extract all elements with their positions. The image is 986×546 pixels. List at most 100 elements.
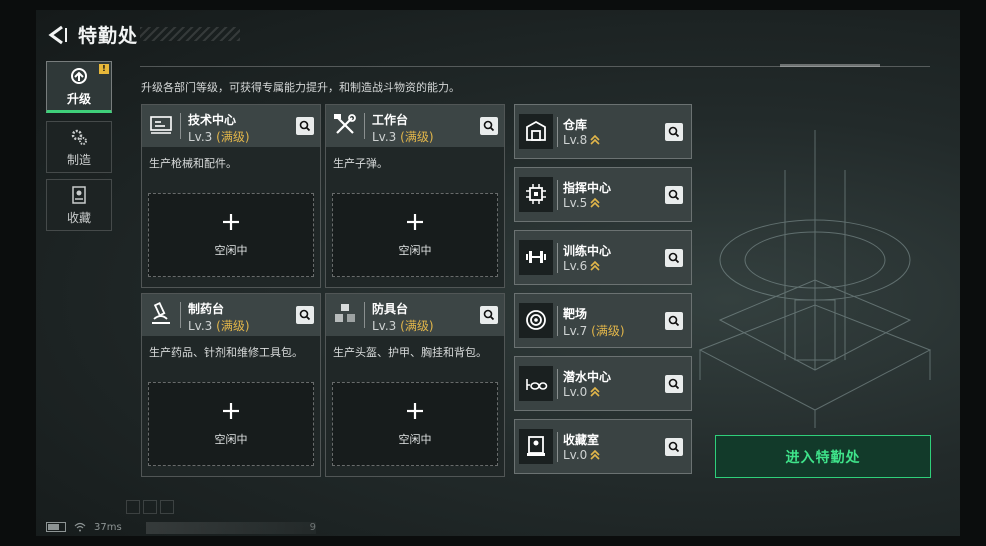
battery-icon: [46, 522, 66, 532]
facility-description: 生产枪械和配件。: [149, 157, 237, 170]
department-row[interactable]: 靶场 Lv.7 (满级): [514, 293, 692, 348]
department-level: Lv.8: [563, 133, 600, 147]
facility-card-header: 工作台 Lv.3 (满级): [326, 105, 504, 147]
max-level-tag: (满级): [216, 319, 250, 333]
upgrade-available-icon: [587, 259, 600, 273]
page-description: 升级各部门等级，可获得专属能力提升，和制造战斗物资的能力。: [141, 81, 460, 94]
department-name: 收藏室: [563, 433, 600, 447]
department-name: 潜水中心: [563, 370, 612, 384]
facility-card[interactable]: 技术中心 Lv.3 (满级) 生产枪械和配件。 空闲中: [141, 104, 321, 288]
production-slot[interactable]: 空闲中: [148, 382, 314, 466]
facility-name: 制药台: [188, 302, 225, 316]
department-row[interactable]: 训练中心 Lv.6: [514, 230, 692, 285]
production-slot[interactable]: 空闲中: [148, 193, 314, 277]
upgrade-icon: [71, 67, 87, 84]
department-level: Lv.0: [563, 448, 600, 462]
display-case-icon: [519, 429, 553, 464]
search-icon[interactable]: [480, 117, 498, 135]
department-level: Lv.6: [563, 259, 600, 273]
back-arrow-icon[interactable]: [46, 24, 68, 46]
department-level: Lv.0: [563, 385, 600, 399]
nav-label: 升级: [66, 91, 91, 106]
search-icon[interactable]: [665, 375, 683, 393]
upgrade-available-icon: [587, 196, 600, 210]
facility-name: 工作台: [372, 113, 409, 127]
nav-upgrade-tab[interactable]: ! 升级: [46, 61, 112, 113]
max-level-tag: (满级): [400, 319, 434, 333]
divider: [557, 180, 558, 210]
title-decoration: [140, 27, 240, 41]
base-blueprint-image: [698, 130, 932, 428]
level-value: Lv.7: [563, 324, 588, 338]
search-icon[interactable]: [296, 117, 314, 135]
slot-status: 空闲中: [398, 433, 432, 446]
plus-icon: [407, 214, 423, 230]
chip-icon: [519, 177, 553, 212]
divider: [364, 302, 365, 328]
divider: [557, 306, 558, 336]
divider: [557, 117, 558, 147]
nav-craft-tab[interactable]: 制造: [46, 121, 112, 173]
facility-name: 技术中心: [188, 113, 237, 127]
production-slot[interactable]: 空闲中: [332, 193, 498, 277]
search-icon[interactable]: [665, 186, 683, 204]
search-icon[interactable]: [480, 306, 498, 324]
nav-collection-tab[interactable]: 收藏: [46, 179, 112, 231]
status-bar: 37ms: [46, 520, 122, 534]
upgrade-available-icon: [587, 133, 600, 147]
facility-description: 生产头盔、护甲、胸挂和背包。: [333, 346, 487, 359]
level-value: Lv.6: [563, 259, 588, 273]
level-value: Lv.5: [563, 196, 588, 210]
monitor-icon: [148, 112, 174, 138]
search-icon[interactable]: [665, 438, 683, 456]
facility-card[interactable]: 制药台 Lv.3 (满级) 生产药品、针剂和维修工具包。 空闲中: [141, 293, 321, 477]
level-value: Lv.0: [563, 385, 588, 399]
facility-level: Lv.3 (满级): [188, 317, 250, 334]
plus-icon: [223, 214, 239, 230]
facility-name: 防具台: [372, 302, 409, 316]
department-row[interactable]: 仓库 Lv.8: [514, 104, 692, 159]
facility-card[interactable]: 防具台 Lv.3 (满级) 生产头盔、护甲、胸挂和背包。 空闲中: [325, 293, 505, 477]
divider: [364, 113, 365, 139]
level-value: Lv.0: [563, 448, 588, 462]
page-title: 特勤处: [78, 25, 139, 47]
target-icon: [519, 303, 553, 338]
tools-icon: [332, 112, 358, 138]
search-icon[interactable]: [665, 249, 683, 267]
divider: [557, 243, 558, 273]
divider: [557, 432, 558, 462]
department-row[interactable]: 潜水中心 Lv.0: [514, 356, 692, 411]
level-value: Lv.3: [372, 319, 397, 333]
dumbbell-icon: [519, 240, 553, 275]
ping-value: 37ms: [94, 521, 122, 533]
search-icon[interactable]: [665, 312, 683, 330]
search-icon[interactable]: [665, 123, 683, 141]
production-slot[interactable]: 空闲中: [332, 382, 498, 466]
slot-status: 空闲中: [214, 433, 248, 446]
facility-card[interactable]: 工作台 Lv.3 (满级) 生产子弹。 空闲中: [325, 104, 505, 288]
facility-level: Lv.3 (满级): [372, 128, 434, 145]
max-level-tag: (满级): [400, 130, 434, 144]
department-name: 指挥中心: [563, 181, 612, 195]
department-level: Lv.7 (满级): [563, 322, 625, 339]
decor-square: [126, 500, 140, 514]
department-row[interactable]: 收藏室 Lv.0: [514, 419, 692, 474]
max-level-tag: (满级): [591, 324, 625, 338]
department-row[interactable]: 指挥中心 Lv.5: [514, 167, 692, 222]
divider: [180, 113, 181, 139]
wifi-icon: [74, 522, 86, 532]
department-level: Lv.5: [563, 196, 600, 210]
decor-square: [143, 500, 157, 514]
max-level-tag: (满级): [216, 130, 250, 144]
plus-icon: [223, 403, 239, 419]
department-name: 靶场: [563, 307, 588, 321]
level-value: Lv.8: [563, 133, 588, 147]
level-value: Lv.3: [372, 130, 397, 144]
facility-card-header: 制药台 Lv.3 (满级): [142, 294, 320, 336]
nav-label: 制造: [66, 152, 91, 167]
collection-icon: [72, 185, 86, 204]
search-icon[interactable]: [296, 306, 314, 324]
facility-level: Lv.3 (满级): [372, 317, 434, 334]
gears-icon: [71, 129, 87, 145]
enter-button[interactable]: 进入特勤处: [715, 435, 931, 478]
